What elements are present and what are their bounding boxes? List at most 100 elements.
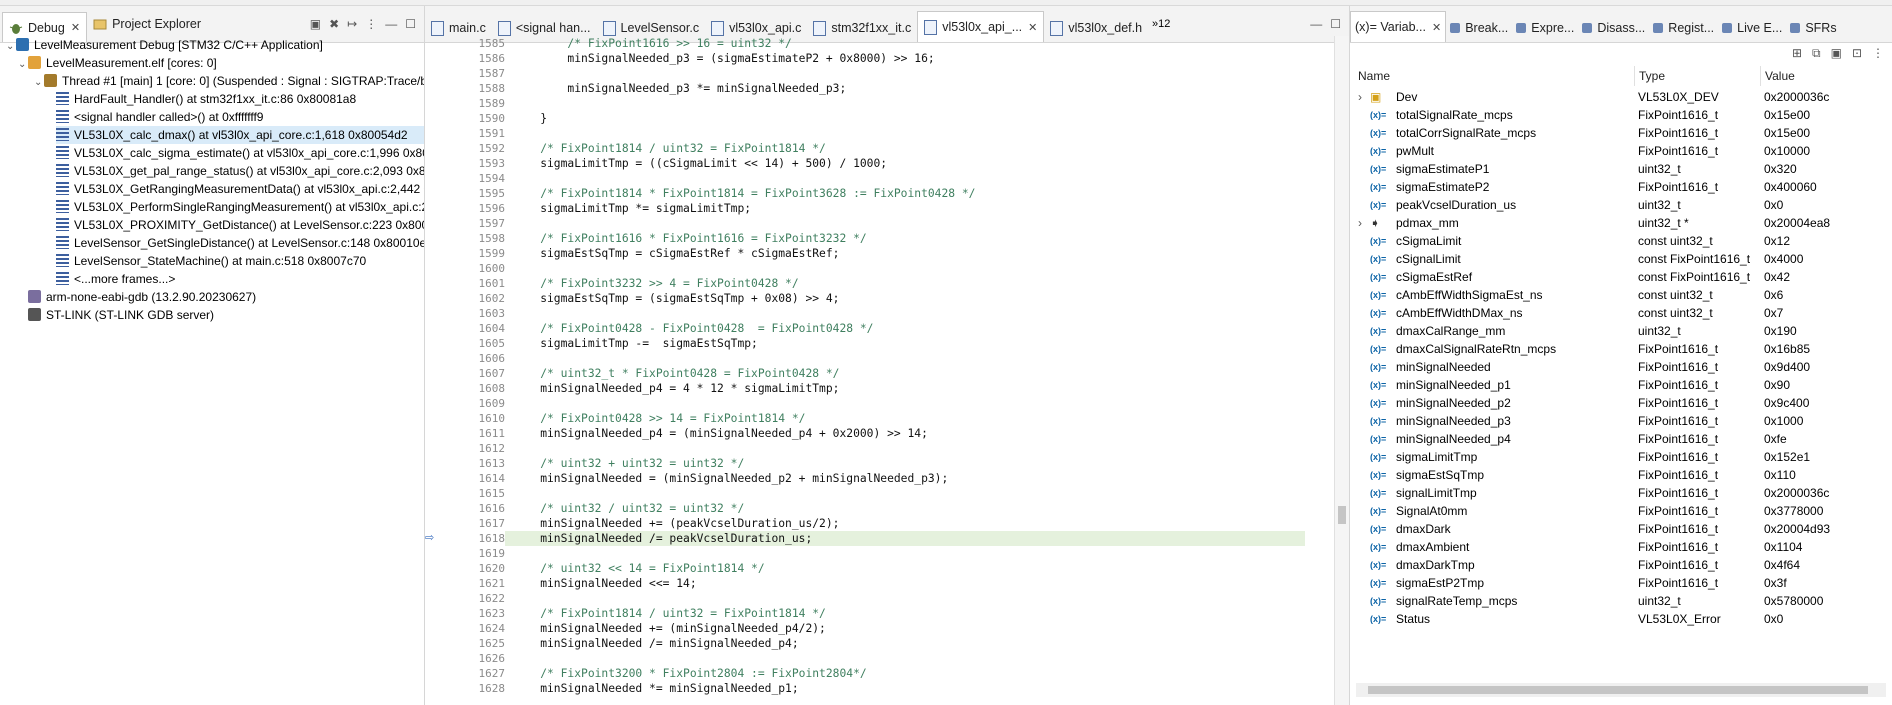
tree-item[interactable]: ⌄ Thread #1 [main] 1 [core: 0] (Suspended… xyxy=(34,72,424,90)
code-line[interactable]: minSignalNeeded <<= 14; xyxy=(505,576,1305,591)
close-icon[interactable]: ✕ xyxy=(1028,21,1037,34)
tree-item[interactable]: VL53L0X_get_pal_range_status() at vl53l0… xyxy=(56,162,424,180)
variable-row[interactable]: (x)= totalCorrSignalRate_mcps FixPoint1616… xyxy=(1350,124,1880,142)
code-line[interactable]: /* FixPoint1814 * FixPoint1814 = FixPoin… xyxy=(505,186,1305,201)
code-line[interactable] xyxy=(505,396,1305,411)
variable-row[interactable]: (x)= sigmaEstP2Tmp FixPoint1616_t 0x3f xyxy=(1350,574,1880,592)
variable-row[interactable]: › ➧ pdmax_mm uint32_t * 0x20004ea8 xyxy=(1350,214,1880,232)
variable-row[interactable]: (x)= pwMult FixPoint1616_t 0x10000 xyxy=(1350,142,1880,160)
collapse-all-icon[interactable]: ▣ xyxy=(1831,46,1842,61)
code-line[interactable] xyxy=(505,441,1305,456)
code-line[interactable] xyxy=(505,216,1305,231)
view-tab[interactable]: Expre... xyxy=(1512,14,1578,42)
tree-item[interactable]: LevelSensor_StateMachine() at main.c:518… xyxy=(56,252,424,270)
code-line[interactable]: minSignalNeeded_p4 = (minSignalNeeded_p4… xyxy=(505,426,1305,441)
expand-chevron-icon[interactable]: ⌄ xyxy=(6,38,16,54)
code-line[interactable]: } xyxy=(505,111,1305,126)
variable-row[interactable]: (x)= dmaxDarkTmp FixPoint1616_t 0x4f64 xyxy=(1350,556,1880,574)
variable-row[interactable]: (x)= cAmbEffWidthDMax_ns const uint32_t 0x7 xyxy=(1350,304,1880,322)
code-line[interactable]: minSignalNeeded *= minSignalNeeded_p1; xyxy=(505,681,1305,696)
minimize-icon[interactable]: — xyxy=(1310,17,1322,31)
variable-row[interactable]: (x)= sigmaEstimateP2 FixPoint1616_t 0x40006… xyxy=(1350,178,1880,196)
show-logical-structure-icon[interactable]: ⧉ xyxy=(1812,46,1821,61)
variable-row[interactable]: (x)= cSigmaLimit const uint32_t 0x12 xyxy=(1350,232,1880,250)
code-line[interactable]: minSignalNeeded += (minSignalNeeded_p4/2… xyxy=(505,621,1305,636)
tree-item[interactable]: ⌄ LevelMeasurement Debug [STM32 C/C++ App… xyxy=(6,36,424,54)
tree-item[interactable]: ST-LINK (ST-LINK GDB server) xyxy=(18,306,424,324)
variable-row[interactable]: (x)= signalRateTemp_mcps uint32_t 0x5780000 xyxy=(1350,592,1880,610)
collapse-all-icon[interactable]: ▣ xyxy=(310,17,321,31)
variable-row[interactable]: (x)= dmaxCalSignalRateRtn_mcps FixPoint161… xyxy=(1350,340,1880,358)
tab-project-explorer[interactable]: Project Explorer xyxy=(87,10,207,38)
variable-row[interactable]: (x)= SignalAt0mm FixPoint1616_t 0x3778000 xyxy=(1350,502,1880,520)
code-line[interactable]: /* uint32 << 14 = FixPoint1814 */ xyxy=(505,561,1305,576)
variable-row[interactable]: (x)= cSignalLimit const FixPoint1616_t 0x40… xyxy=(1350,250,1880,268)
code-line[interactable] xyxy=(505,126,1305,141)
code-line[interactable]: /* FixPoint3232 >> 4 = FixPoint0428 */ xyxy=(505,276,1305,291)
code-line[interactable]: sigmaEstSqTmp = cSigmaEstRef * cSigmaEst… xyxy=(505,246,1305,261)
tree-item[interactable]: VL53L0X_calc_dmax() at vl53l0x_api_core.… xyxy=(56,126,424,144)
view-tab[interactable]: Live E... xyxy=(1718,14,1786,42)
view-menu-icon[interactable]: ⋮ xyxy=(365,17,377,31)
variable-row[interactable]: (x)= signalLimitTmp FixPoint1616_t 0x200003… xyxy=(1350,484,1880,502)
minimize-icon[interactable]: — xyxy=(385,17,397,31)
code-line[interactable] xyxy=(505,351,1305,366)
code-line[interactable]: /* uint32 + uint32 = uint32 */ xyxy=(505,456,1305,471)
code-line[interactable]: minSignalNeeded += (peakVcselDuration_us… xyxy=(505,516,1305,531)
maximize-icon[interactable]: ☐ xyxy=(405,17,416,31)
code-line[interactable]: minSignalNeeded /= peakVcselDuration_us; xyxy=(505,531,1305,546)
code-line[interactable]: minSignalNeeded = (minSignalNeeded_p2 + … xyxy=(505,471,1305,486)
code-line[interactable]: /* FixPoint3200 * FixPoint2804 := FixPoi… xyxy=(505,666,1305,681)
view-menu-icon[interactable]: ⋮ xyxy=(1872,46,1884,61)
tree-item[interactable]: VL53L0X_calc_sigma_estimate() at vl53l0x… xyxy=(56,144,424,162)
view-tab[interactable]: Break... xyxy=(1446,14,1512,42)
code-line[interactable] xyxy=(505,591,1305,606)
code-line[interactable]: /* FixPoint0428 - FixPoint0428 = FixPoin… xyxy=(505,321,1305,336)
show-type-names-icon[interactable]: ⊞ xyxy=(1792,46,1802,61)
tree-item[interactable]: HardFault_Handler() at stm32f1xx_it.c:86… xyxy=(56,90,424,108)
code-line[interactable]: minSignalNeeded_p3 *= minSignalNeeded_p3… xyxy=(505,81,1305,96)
code-line[interactable] xyxy=(505,96,1305,111)
tab-overflow-indicator[interactable]: »12 xyxy=(1152,18,1170,30)
variable-row[interactable]: (x)= dmaxDark FixPoint1616_t 0x20004d93 xyxy=(1350,520,1880,538)
tree-item[interactable]: <...more frames...> xyxy=(56,270,424,288)
expand-chevron-icon[interactable]: › xyxy=(1358,88,1362,106)
variable-row[interactable]: › ▣ Dev VL53L0X_DEV 0x2000036c xyxy=(1350,88,1880,106)
variable-row[interactable]: (x)= cAmbEffWidthSigmaEst_ns const uint32_… xyxy=(1350,286,1880,304)
variable-row[interactable]: (x)= sigmaEstSqTmp FixPoint1616_t 0x110 xyxy=(1350,466,1880,484)
code-line[interactable]: minSignalNeeded /= minSignalNeeded_p4; xyxy=(505,636,1305,651)
view-tab[interactable]: Regist... xyxy=(1649,14,1718,42)
code-line[interactable]: /* uint32 / uint32 = uint32 */ xyxy=(505,501,1305,516)
view-tab[interactable]: Disass... xyxy=(1578,14,1649,42)
variable-row[interactable]: (x)= sigmaEstimateP1 uint32_t 0x320 xyxy=(1350,160,1880,178)
tree-item[interactable]: ⌄ LevelMeasurement.elf [cores: 0] xyxy=(18,54,424,72)
code-line[interactable]: /* FixPoint1814 / uint32 = FixPoint1814 … xyxy=(505,606,1305,621)
new-icon[interactable]: ⊡ xyxy=(1852,46,1862,61)
variable-row[interactable]: (x)= minSignalNeeded_p1 FixPoint1616_t 0x90 xyxy=(1350,376,1880,394)
close-icon[interactable]: ✕ xyxy=(1432,21,1441,34)
horizontal-scrollbar[interactable] xyxy=(1356,683,1886,697)
code-line[interactable]: sigmaLimitTmp *= sigmaLimitTmp; xyxy=(505,201,1305,216)
code-line[interactable]: /* uint32_t * FixPoint0428 = FixPoint042… xyxy=(505,366,1305,381)
tree-item[interactable]: <signal handler called>() at 0xfffffff9 xyxy=(56,108,424,126)
code-line[interactable] xyxy=(505,66,1305,81)
col-header-value[interactable]: Value xyxy=(1760,66,1795,86)
code-line[interactable]: /* FixPoint1616 * FixPoint1616 = FixPoin… xyxy=(505,231,1305,246)
variable-row[interactable]: (x)= totalSignalRate_mcps FixPoint1616_t 0x… xyxy=(1350,106,1880,124)
code-line[interactable]: /* FixPoint1814 / uint32 = FixPoint1814 … xyxy=(505,141,1305,156)
code-line[interactable] xyxy=(505,171,1305,186)
code-line[interactable] xyxy=(505,486,1305,501)
code-line[interactable]: minSignalNeeded_p4 = 4 * 12 * sigmaLimit… xyxy=(505,381,1305,396)
variable-row[interactable]: (x)= minSignalNeeded FixPoint1616_t 0x9d400 xyxy=(1350,358,1880,376)
expand-chevron-icon[interactable]: ⌄ xyxy=(34,74,44,90)
view-tab[interactable]: SFRs xyxy=(1786,14,1840,42)
tree-item[interactable]: VL53L0X_PROXIMITY_GetDistance() at Level… xyxy=(56,216,424,234)
view-tab[interactable]: (x)= Variab... ✕ xyxy=(1350,11,1447,42)
maximize-icon[interactable]: ☐ xyxy=(1330,17,1341,31)
code-line[interactable] xyxy=(505,651,1305,666)
tree-item[interactable]: arm-none-eabi-gdb (13.2.90.20230627) xyxy=(18,288,424,306)
variable-row[interactable]: (x)= dmaxAmbient FixPoint1616_t 0x1104 xyxy=(1350,538,1880,556)
tree-item[interactable]: LevelSensor_GetSingleDistance() at Level… xyxy=(56,234,424,252)
scrollbar-thumb[interactable] xyxy=(1368,686,1868,694)
code-line[interactable] xyxy=(505,306,1305,321)
